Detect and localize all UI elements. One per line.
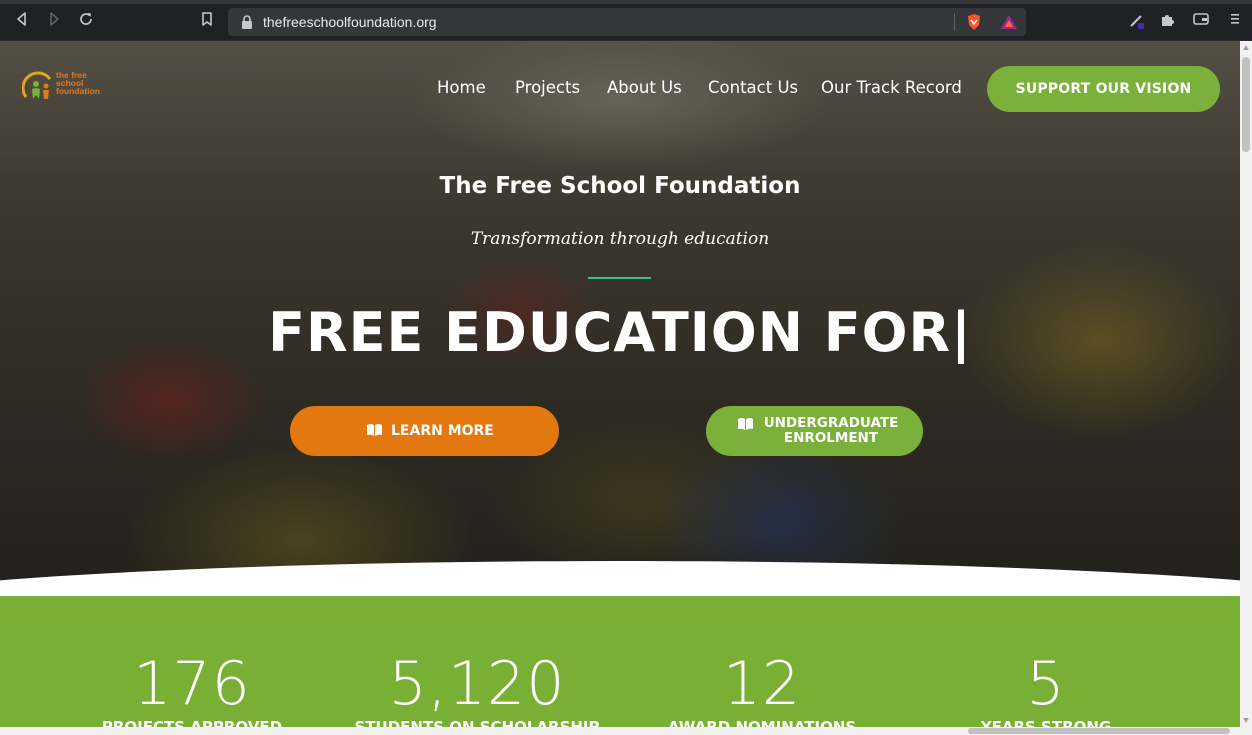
nav-track-record[interactable]: Our Track Record (821, 78, 962, 97)
nav-home[interactable]: Home (437, 78, 486, 97)
pen-extension-icon[interactable] (1128, 12, 1146, 30)
learn-more-button[interactable]: LEARN MORE (290, 406, 559, 456)
forward-icon (44, 11, 64, 31)
reload-icon[interactable] (76, 11, 96, 31)
page-viewport: the free school foundation Home Projects… (0, 41, 1240, 727)
scroll-down-icon[interactable] (1243, 718, 1249, 723)
hero-headline: FREE EDUCATION FOR| (268, 301, 972, 364)
stat-value: 5 (1026, 649, 1066, 719)
stat-label: AWARD NOMINATIONS (667, 718, 857, 727)
stat-value: 12 (722, 649, 802, 719)
hero-section: the free school foundation Home Projects… (0, 41, 1240, 727)
nav-about-us[interactable]: About Us (607, 78, 682, 97)
lock-icon (240, 14, 254, 30)
brave-shields-icon[interactable] (966, 13, 982, 31)
bookmark-icon[interactable] (197, 11, 217, 31)
stat-label: PROJECTS APPROVED (101, 718, 283, 727)
logo-text: the free school foundation (56, 70, 100, 96)
learn-more-label: LEARN MORE (391, 423, 494, 439)
support-our-vision-button[interactable]: SUPPORT OUR VISION (987, 66, 1220, 112)
browser-toolbar: thefreeschoolfoundation.org (0, 0, 1252, 41)
undergraduate-enrolment-label: UNDERGRADUATE ENROLMENT (763, 415, 899, 446)
logo-mark-icon (21, 71, 52, 99)
puzzle-extensions-icon[interactable] (1158, 12, 1176, 30)
horizontal-scrollbar[interactable] (0, 727, 1252, 735)
stat-label: YEARS STRONG (980, 718, 1112, 727)
horizontal-scrollbar-thumb[interactable] (968, 728, 1230, 734)
back-icon[interactable] (12, 11, 32, 31)
brave-rewards-icon[interactable] (1000, 14, 1018, 30)
vertical-scrollbar[interactable] (1240, 41, 1252, 727)
scroll-up-icon[interactable] (1243, 45, 1249, 50)
address-bar[interactable]: thefreeschoolfoundation.org (228, 8, 1026, 36)
stats-section: 176 PROJECTS APPROVED 5,120 STUDENTS ON … (0, 596, 1240, 727)
hero-title: The Free School Foundation (439, 173, 801, 199)
book-icon (737, 417, 754, 431)
stat-label: STUDENTS ON SCHOLARSHIP (354, 718, 600, 727)
nav-projects[interactable]: Projects (515, 78, 580, 97)
tab-strip (0, 0, 1252, 4)
hero-divider (588, 277, 651, 279)
menu-icon[interactable] (1226, 12, 1244, 30)
stat-value: 176 (133, 649, 251, 719)
hero-tagline: Transformation through education (470, 229, 770, 249)
site-logo[interactable]: the free school foundation (21, 70, 112, 107)
wallet-icon[interactable] (1192, 12, 1210, 30)
url-text: thefreeschoolfoundation.org (263, 14, 437, 30)
undergraduate-enrolment-button[interactable]: UNDERGRADUATE ENROLMENT (706, 406, 923, 456)
address-divider (954, 13, 955, 31)
nav-contact-us[interactable]: Contact Us (708, 78, 798, 97)
stat-value: 5,120 (388, 649, 566, 719)
book-icon (366, 423, 383, 437)
scrollbar-thumb[interactable] (1242, 57, 1250, 152)
